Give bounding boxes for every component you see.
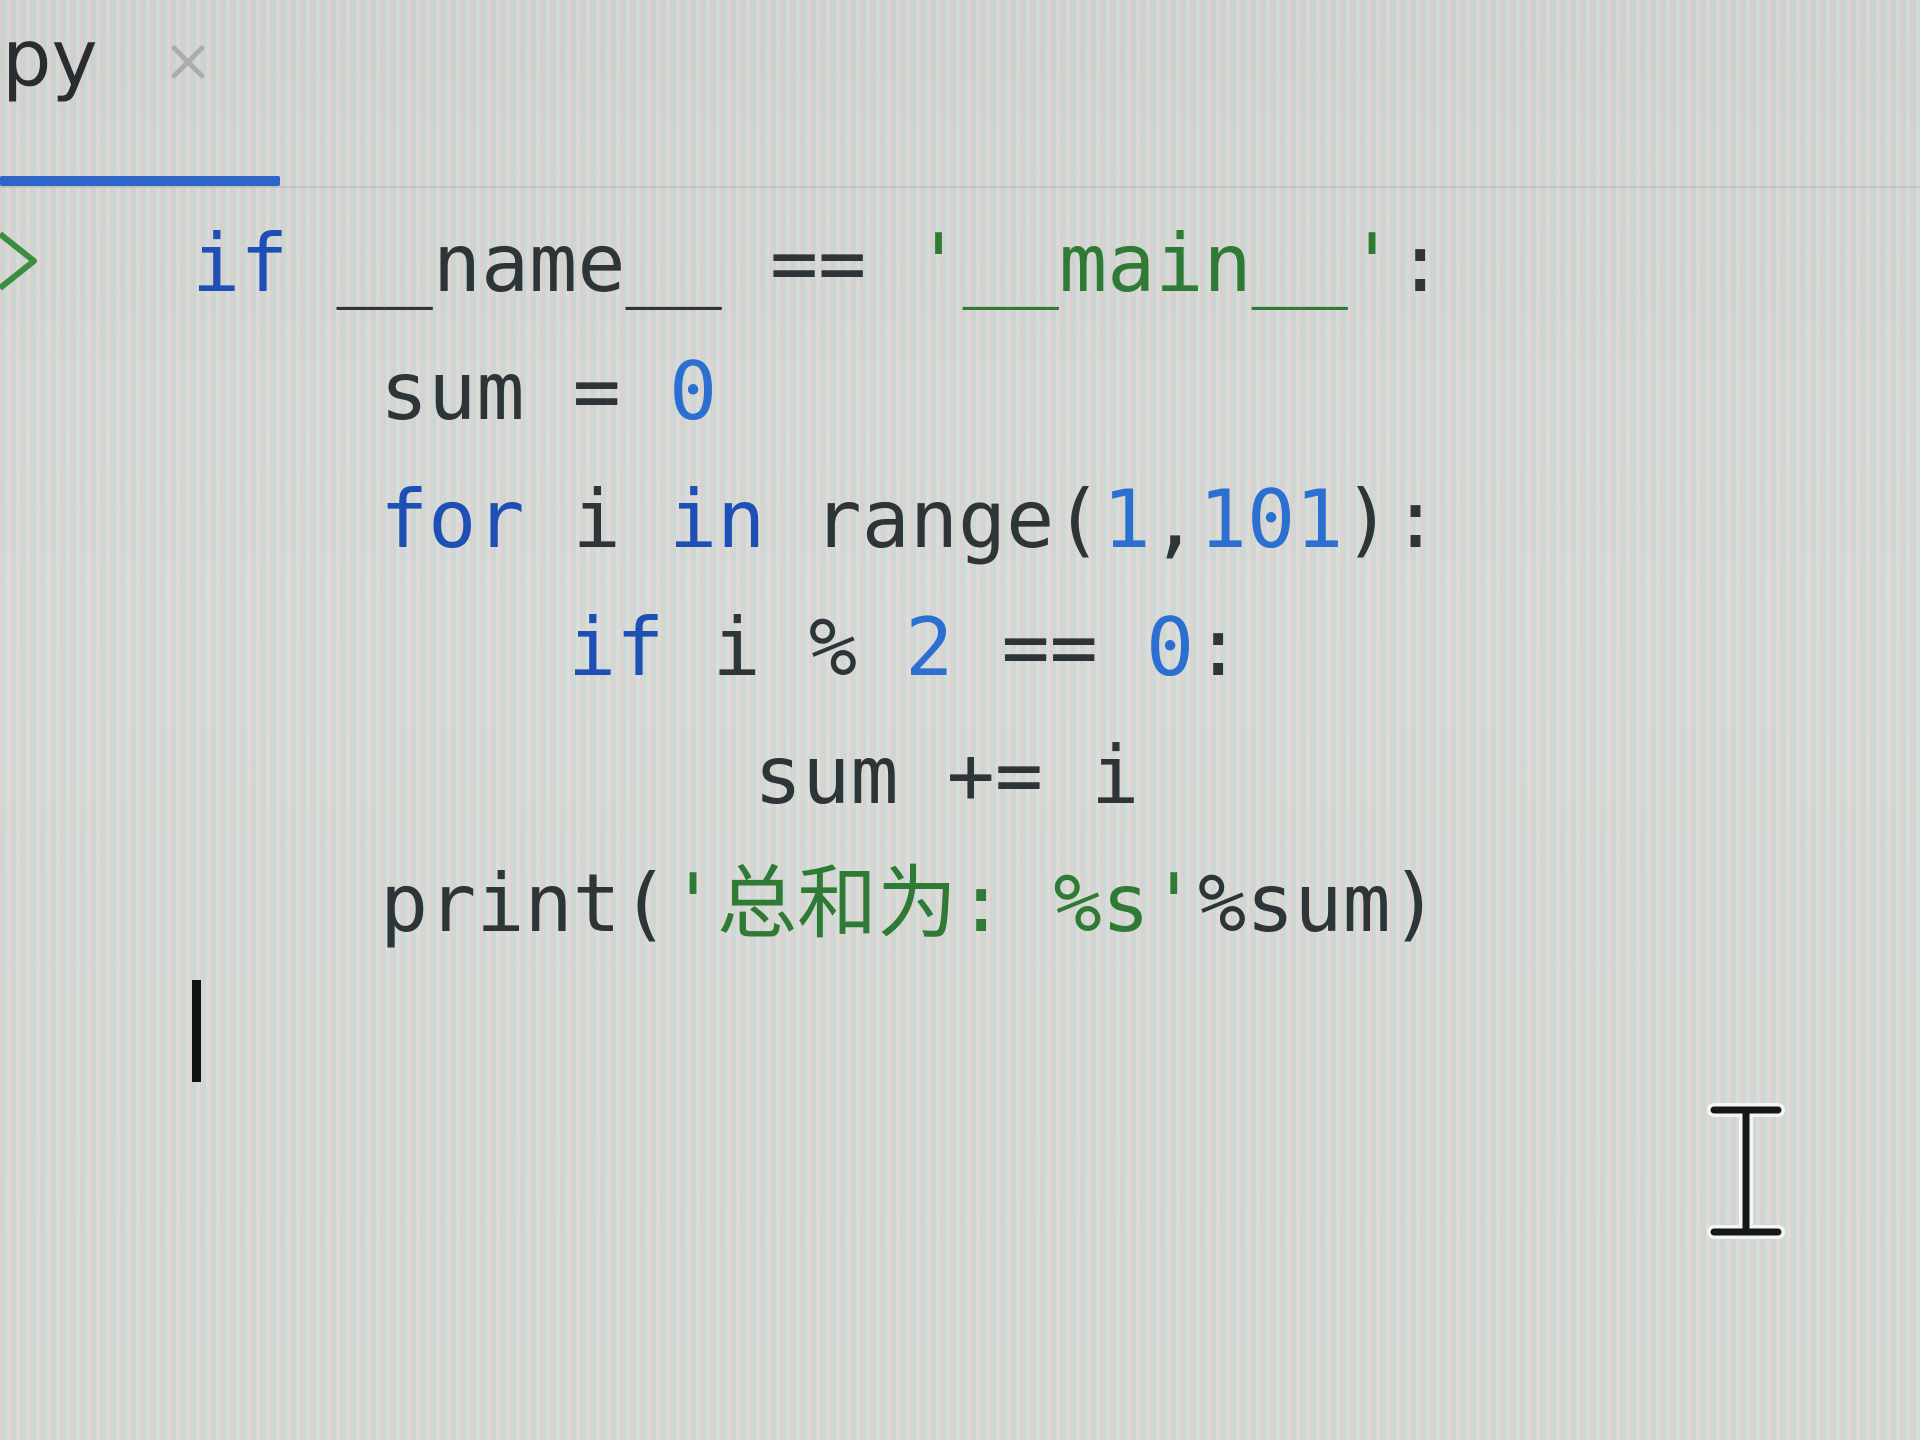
code-token: '__main__' [866,217,1397,310]
tab-bar: py [0,0,1920,188]
tab-label: py [2,14,98,104]
code-token: ): [1343,473,1440,566]
code-line-4: if i % 2 == 0: [568,584,1242,712]
code-token: '总和为: %s' [668,857,1198,950]
code-token: = [572,345,621,438]
code-token: %sum) [1197,857,1439,950]
code-token: i [1042,729,1140,822]
code-token: print( [380,857,669,950]
code-token: 0 [1146,601,1195,694]
code-line-3: for i in range(1,101): [380,456,1440,584]
code-token: if [192,217,289,310]
code-token: sum [754,729,947,822]
code-token: += [946,729,1043,822]
code-token: : [1194,601,1243,694]
code-token: 2 [905,601,954,694]
code-token: if [568,601,665,694]
editor-tab[interactable]: py [0,0,280,186]
code-line-5: sum += i [754,712,1139,840]
code-token: for [380,473,525,566]
code-token: i [664,601,809,694]
code-token: 1 [1102,473,1151,566]
close-icon[interactable] [166,40,210,84]
run-arrow-icon[interactable] [0,226,40,296]
code-token: : [1396,217,1445,310]
code-token: 101 [1198,473,1344,566]
code-token: 0 [669,345,718,438]
editor-screen: py if __name__ == '__main__': sum = 0 fo… [0,0,1920,1440]
i-beam-cursor-icon [1700,1096,1792,1246]
code-token: i [524,473,669,566]
code-token: in [669,473,766,566]
code-token: == [953,601,1146,694]
text-caret [192,980,201,1082]
code-token: % [808,601,857,694]
code-token: range( [765,473,1103,566]
code-token: sum [380,345,573,438]
code-line-1: if __name__ == '__main__': [192,200,1444,328]
code-token: __name__ [288,217,770,310]
code-line-2: sum = 0 [380,328,717,456]
active-tab-indicator [0,176,280,186]
code-token: , [1150,473,1199,566]
code-token: == [769,217,867,310]
code-line-6: print('总和为: %s'%sum) [380,840,1439,968]
